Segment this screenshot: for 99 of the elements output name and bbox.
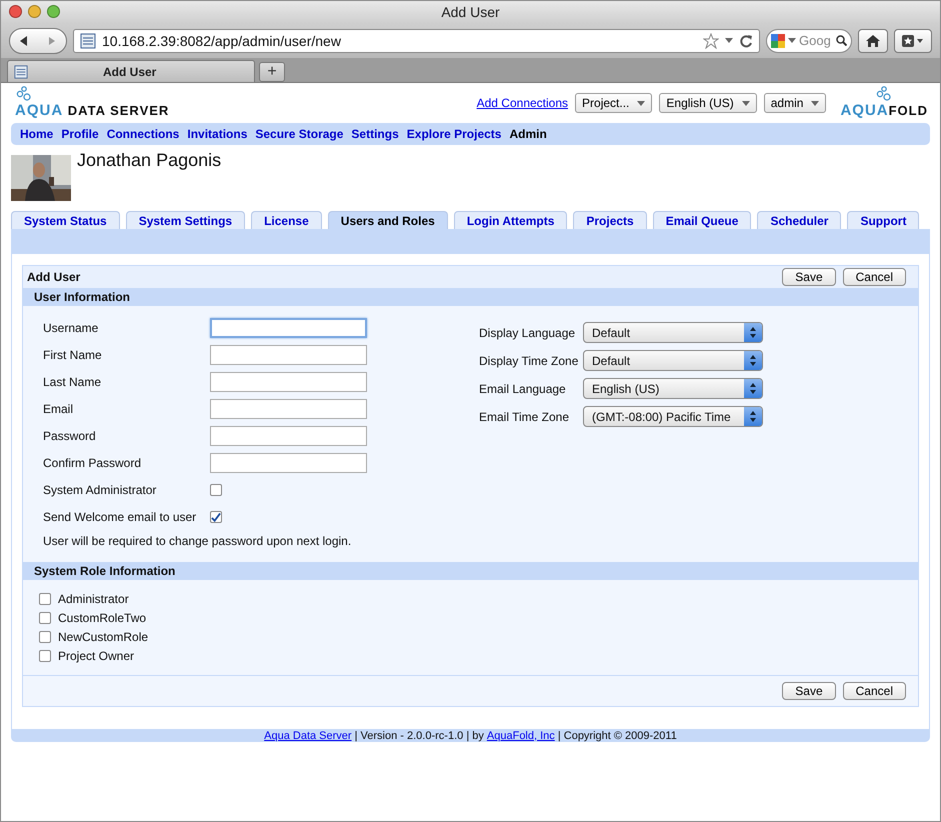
tab[interactable]: Login Attempts <box>454 211 568 229</box>
footer-text: | Version - 2.0.0-rc-1.0 | by <box>354 730 485 742</box>
google-icon <box>771 34 785 48</box>
page-icon <box>80 32 96 48</box>
tab[interactable]: System Status <box>11 211 120 229</box>
address-bar[interactable]: 10.168.2.39:8082/app/admin/user/new <box>73 28 760 52</box>
window-title: Add User <box>441 4 500 20</box>
footer-text: | Copyright © 2009-2011 <box>556 730 677 742</box>
search-icon[interactable] <box>836 35 847 46</box>
caret-icon <box>788 38 796 43</box>
field-label: Username <box>43 321 100 335</box>
field-label: Display Language <box>479 326 576 340</box>
forward-icon <box>47 36 57 46</box>
new-tab-button[interactable]: + <box>259 62 285 82</box>
checkbox[interactable] <box>39 631 51 643</box>
field-label: Send Welcome email to user <box>43 510 198 524</box>
stepper-arrows-icon <box>744 379 762 398</box>
caret-icon <box>811 100 820 106</box>
star-icon <box>901 34 925 46</box>
save-button[interactable]: Save <box>782 682 836 700</box>
home-button[interactable] <box>858 28 888 52</box>
bubbles-icon <box>15 86 33 102</box>
tab[interactable]: License <box>251 211 322 229</box>
field-label: Display Time Zone <box>479 354 580 368</box>
checkbox[interactable] <box>39 612 51 624</box>
field-label: First Name <box>43 348 103 362</box>
reload-icon[interactable] <box>739 34 753 48</box>
nav-link[interactable]: Admin <box>509 127 547 141</box>
logo: AQUA DATA SERVER <box>15 102 170 119</box>
select-field[interactable]: English (US) <box>583 378 763 399</box>
add-connections-link[interactable]: Add Connections <box>476 96 568 110</box>
minimize-button[interactable] <box>28 5 41 18</box>
nav-link[interactable]: Invitations <box>187 127 248 141</box>
tab[interactable]: System Settings <box>126 211 246 229</box>
save-button[interactable]: Save <box>782 268 836 286</box>
close-button[interactable] <box>9 5 22 18</box>
stepper-arrows-icon <box>744 351 762 370</box>
nav-link[interactable]: Secure Storage <box>255 127 344 141</box>
browser-tab[interactable]: Add User <box>7 60 255 82</box>
dropdown[interactable]: English (US) <box>659 93 757 113</box>
role-label: CustomRoleTwo <box>58 611 146 625</box>
role-label: Project Owner <box>58 649 134 663</box>
tab[interactable]: Users and Roles <box>328 211 448 229</box>
checkbox[interactable] <box>39 650 51 662</box>
bookmarks-button[interactable] <box>894 28 932 52</box>
zoom-button[interactable] <box>47 5 60 18</box>
input-field[interactable] <box>210 345 367 365</box>
user-name: Jonathan Pagonis <box>77 150 222 172</box>
section-header: User Information <box>23 288 918 306</box>
field-label: Confirm Password <box>43 456 142 470</box>
logo: AQUAFOLD <box>840 102 928 119</box>
input-field[interactable] <box>210 426 367 446</box>
tab[interactable]: Scheduler <box>757 211 842 229</box>
section-header: System Role Information <box>23 562 918 580</box>
cancel-button[interactable]: Cancel <box>842 268 906 286</box>
field-label: Email <box>43 402 74 416</box>
checkbox[interactable] <box>39 593 51 605</box>
cancel-button[interactable]: Cancel <box>842 682 906 700</box>
back-icon <box>18 34 30 46</box>
input-field[interactable] <box>210 318 367 338</box>
tab[interactable]: Support <box>847 211 920 229</box>
stepper-arrows-icon <box>744 407 762 426</box>
bubbles-icon <box>875 86 894 102</box>
form-title: Add User <box>27 270 80 284</box>
caret-icon <box>725 38 733 43</box>
role-label: NewCustomRole <box>58 630 148 644</box>
role-label: Administrator <box>58 592 129 606</box>
dropdown[interactable]: admin <box>764 93 826 113</box>
input-field[interactable] <box>210 453 367 473</box>
select-field[interactable]: Default <box>583 350 763 371</box>
dropdown[interactable]: Project... <box>575 93 652 113</box>
select-field[interactable]: (GMT:-08:00) Pacific Time <box>583 406 763 427</box>
home-icon <box>866 34 880 46</box>
page-icon <box>14 64 28 78</box>
nav-link[interactable]: Home <box>20 127 54 141</box>
field-label: Email Language <box>479 382 567 396</box>
nav-link[interactable]: Connections <box>106 127 180 141</box>
tab[interactable]: Email Queue <box>652 211 752 229</box>
note-text: User will be required to change password upon next login. <box>43 534 352 548</box>
search-field[interactable]: Goog <box>766 28 852 52</box>
star-icon[interactable] <box>703 32 719 48</box>
nav-link[interactable]: Explore Projects <box>406 127 502 141</box>
tab[interactable]: Projects <box>573 211 647 229</box>
field-label: System Administrator <box>43 483 158 497</box>
checkbox[interactable] <box>210 484 222 496</box>
stepper-arrows-icon <box>744 323 762 342</box>
field-label: Last Name <box>43 375 102 389</box>
nav-link[interactable]: Settings <box>351 127 399 141</box>
nav-link[interactable]: Profile <box>61 127 99 141</box>
field-label: Password <box>43 429 97 443</box>
input-field[interactable] <box>210 372 367 392</box>
input-field[interactable] <box>210 399 367 419</box>
caret-icon <box>742 100 750 106</box>
footer-link[interactable]: AquaFold, Inc <box>486 730 555 742</box>
select-field[interactable]: Default <box>583 322 763 343</box>
caret-icon <box>637 100 646 106</box>
checkbox[interactable] <box>210 511 222 523</box>
field-label: Email Time Zone <box>479 410 570 424</box>
footer-link[interactable]: Aqua Data Server <box>264 730 352 742</box>
